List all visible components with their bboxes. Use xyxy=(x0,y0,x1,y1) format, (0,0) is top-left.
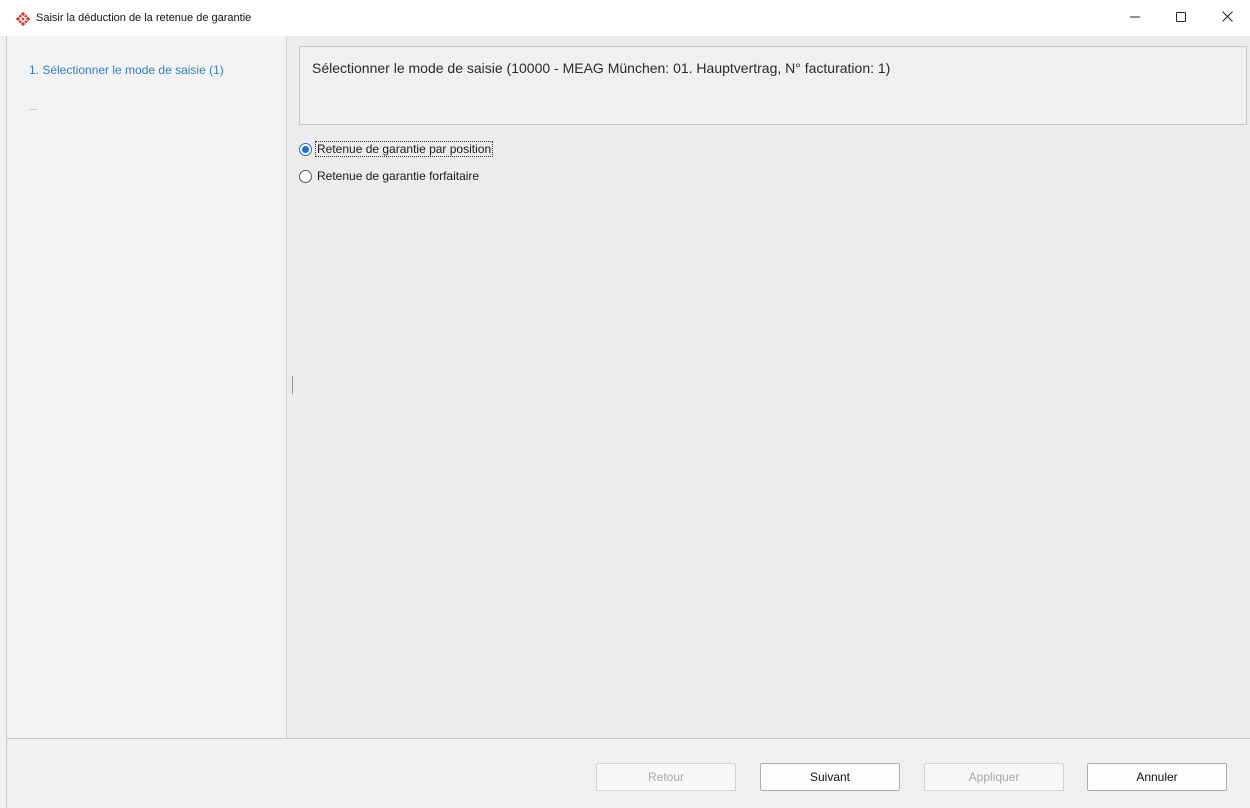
radio-button-selected[interactable] xyxy=(299,142,312,156)
option-retenue-forfaitaire[interactable]: Retenue de garantie forfaitaire xyxy=(299,167,480,185)
minimize-button[interactable] xyxy=(1112,0,1158,36)
step-header-panel: Sélectionner le mode de saisie (10000 - … xyxy=(299,46,1247,125)
maximize-icon xyxy=(1176,11,1186,25)
step-select-input-mode[interactable]: 1. Sélectionner le mode de saisie (1) xyxy=(29,63,224,77)
radio-button-unselected[interactable] xyxy=(299,169,312,183)
more-steps-ellipsis: ... xyxy=(29,102,38,113)
app-logo-icon xyxy=(15,11,31,27)
next-button[interactable]: Suivant xyxy=(760,763,900,791)
steps-sidebar: 1. Sélectionner le mode de saisie (1) ..… xyxy=(7,36,287,738)
close-button[interactable] xyxy=(1204,0,1250,36)
option-label[interactable]: Retenue de garantie forfaitaire xyxy=(316,169,480,183)
step-header-text: Sélectionner le mode de saisie (10000 - … xyxy=(312,60,891,76)
maximize-button[interactable] xyxy=(1158,0,1204,36)
window-title: Saisir la déduction de la retenue de gar… xyxy=(36,12,252,24)
option-label[interactable]: Retenue de garantie par position xyxy=(314,141,494,157)
back-button[interactable]: Retour xyxy=(596,763,736,791)
cancel-button[interactable]: Annuler xyxy=(1087,763,1227,791)
dialog-window: Saisir la déduction de la retenue de gar… xyxy=(0,0,1250,808)
apply-button[interactable]: Appliquer xyxy=(924,763,1064,791)
title-bar[interactable]: Saisir la déduction de la retenue de gar… xyxy=(0,0,1250,36)
minimize-icon xyxy=(1130,11,1140,25)
option-retenue-par-position[interactable]: Retenue de garantie par position xyxy=(299,140,494,158)
close-icon xyxy=(1221,11,1233,25)
button-bar: Retour Suivant Appliquer Annuler xyxy=(6,738,1250,808)
splitter-handle[interactable] xyxy=(292,376,293,394)
dialog-body: 1. Sélectionner le mode de saisie (1) ..… xyxy=(6,36,1250,738)
